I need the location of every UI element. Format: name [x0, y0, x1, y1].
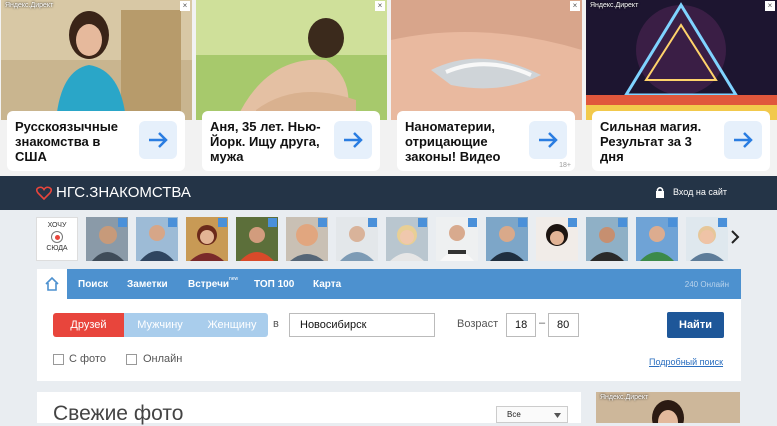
want-here-line2: СЮДА: [46, 245, 68, 252]
heart-icon: [36, 185, 52, 200]
avatar[interactable]: [286, 217, 328, 261]
avatar[interactable]: [86, 217, 128, 261]
site-logo[interactable]: НГС.ЗНАКОМСТВА: [36, 184, 191, 201]
age-dash: –: [539, 317, 546, 329]
city-input[interactable]: Новосибирск: [289, 313, 435, 337]
age-rating: 18+: [559, 162, 571, 169]
ad-label: Яндекс.Директ: [600, 394, 649, 401]
verified-icon: [218, 218, 227, 227]
online-checkbox[interactable]: [126, 354, 137, 365]
chevron-right-icon[interactable]: [730, 230, 740, 249]
close-icon[interactable]: ×: [180, 1, 190, 11]
avatar[interactable]: [436, 217, 478, 261]
ad-label: Яндекс.Директ: [5, 2, 54, 9]
verified-icon: [118, 218, 127, 227]
segment-woman[interactable]: Женщину: [196, 313, 268, 337]
ad-image: [196, 0, 387, 120]
new-badge: new: [229, 276, 239, 282]
login-link[interactable]: Вход на сайт: [655, 186, 727, 198]
filter-select[interactable]: Все: [496, 406, 568, 423]
avatar[interactable]: [686, 217, 728, 261]
logo-text: НГС.ЗНАКОМСТВА: [56, 184, 191, 201]
find-button[interactable]: Найти: [667, 312, 724, 338]
verified-icon: [168, 218, 177, 227]
filter-value: Все: [507, 410, 521, 419]
arrow-right-icon[interactable]: [724, 121, 762, 159]
age-from-input[interactable]: 18: [506, 313, 536, 337]
want-here-line1: ХОЧУ: [47, 222, 67, 229]
arrow-right-icon[interactable]: [334, 121, 372, 159]
ad-block-3[interactable]: × Наноматерии, отрицающие законы! Видео …: [391, 0, 582, 176]
avatar[interactable]: [136, 217, 178, 261]
avatar[interactable]: [636, 217, 678, 261]
close-icon[interactable]: ×: [375, 1, 385, 11]
ad-image: [391, 0, 582, 120]
nav-meetings[interactable]: Встречи: [188, 279, 229, 290]
verified-icon: [418, 218, 427, 227]
ad-card[interactable]: Наноматерии, отрицающие законы! Видео 18…: [397, 111, 575, 171]
ad-label: Яндекс.Директ: [590, 2, 639, 9]
ad-card[interactable]: Аня, 35 лет. Нью-Йорк. Ищу друга, мужа: [202, 111, 380, 171]
in-label: в: [273, 318, 279, 330]
verified-icon: [368, 218, 377, 227]
avatar[interactable]: [536, 217, 578, 261]
age-label: Возраст: [457, 318, 499, 330]
lock-icon: [656, 187, 664, 198]
arrow-right-icon[interactable]: [529, 121, 567, 159]
with-photo-label: С фото: [69, 353, 106, 365]
close-icon[interactable]: ×: [765, 1, 775, 11]
online-label: Онлайн: [143, 353, 183, 365]
avatar[interactable]: [386, 217, 428, 261]
ad-image: [1, 0, 192, 120]
with-photo-checkbox[interactable]: [53, 354, 64, 365]
ad-card[interactable]: Русскоязычные знакомства в США: [7, 111, 185, 171]
advanced-search-link[interactable]: Подробный поиск: [649, 357, 723, 367]
ad-block-1[interactable]: Яндекс.Директ × Русскоязычные знакомства…: [1, 0, 192, 176]
nav-notes[interactable]: Заметки: [127, 279, 168, 290]
online-count: 240 Онлайн: [684, 280, 729, 289]
verified-icon: [668, 218, 677, 227]
site-header: НГС.ЗНАКОМСТВА Вход на сайт: [0, 176, 777, 210]
verified-icon: [518, 218, 527, 227]
ad-banner-row: Яндекс.Директ × Русскоязычные знакомства…: [0, 0, 777, 176]
login-label: Вход на сайт: [673, 187, 727, 197]
verified-icon: [618, 218, 627, 227]
avatar[interactable]: [486, 217, 528, 261]
nav-top100[interactable]: ТОП 100: [254, 279, 294, 290]
nav-map[interactable]: Карта: [313, 279, 341, 290]
verified-icon: [268, 218, 277, 227]
verified-icon: [468, 218, 477, 227]
want-here-button[interactable]: ХОЧУ СЮДА: [36, 217, 78, 261]
section-title: Свежие фото: [53, 402, 184, 425]
avatar[interactable]: [236, 217, 278, 261]
verified-icon: [318, 218, 327, 227]
chevron-down-icon: [554, 413, 561, 418]
ad-text: Аня, 35 лет. Нью-Йорк. Ищу друга, мужа: [210, 119, 321, 164]
ad-block-4[interactable]: Яндекс.Директ × Сильная магия. Результат…: [586, 0, 777, 176]
nav-search[interactable]: Поиск: [78, 279, 108, 290]
record-icon: [51, 231, 63, 243]
side-ad[interactable]: Яндекс.Директ: [596, 392, 740, 423]
segment-friends[interactable]: Друзей: [53, 313, 124, 337]
avatar[interactable]: [186, 217, 228, 261]
ad-text: Наноматерии, отрицающие законы! Видео: [405, 119, 501, 164]
ad-text: Русскоязычные знакомства в США: [15, 119, 119, 164]
segment-man[interactable]: Мужчину: [124, 313, 196, 337]
home-tab[interactable]: [37, 269, 67, 299]
age-to-input[interactable]: 80: [548, 313, 579, 337]
ad-image: [586, 0, 777, 120]
verified-icon: [568, 218, 577, 227]
ad-text: Сильная магия. Результат за 3 дня: [600, 119, 702, 164]
avatar[interactable]: [336, 217, 378, 261]
ad-card[interactable]: Сильная магия. Результат за 3 дня: [592, 111, 770, 171]
arrow-right-icon[interactable]: [139, 121, 177, 159]
avatar[interactable]: [586, 217, 628, 261]
verified-icon: [718, 218, 727, 227]
main-nav: Поиск Заметки Встречи new ТОП 100 Карта …: [37, 269, 741, 299]
close-icon[interactable]: ×: [570, 1, 580, 11]
ad-block-2[interactable]: × Аня, 35 лет. Нью-Йорк. Ищу друга, мужа: [196, 0, 387, 176]
home-icon: [45, 276, 59, 291]
